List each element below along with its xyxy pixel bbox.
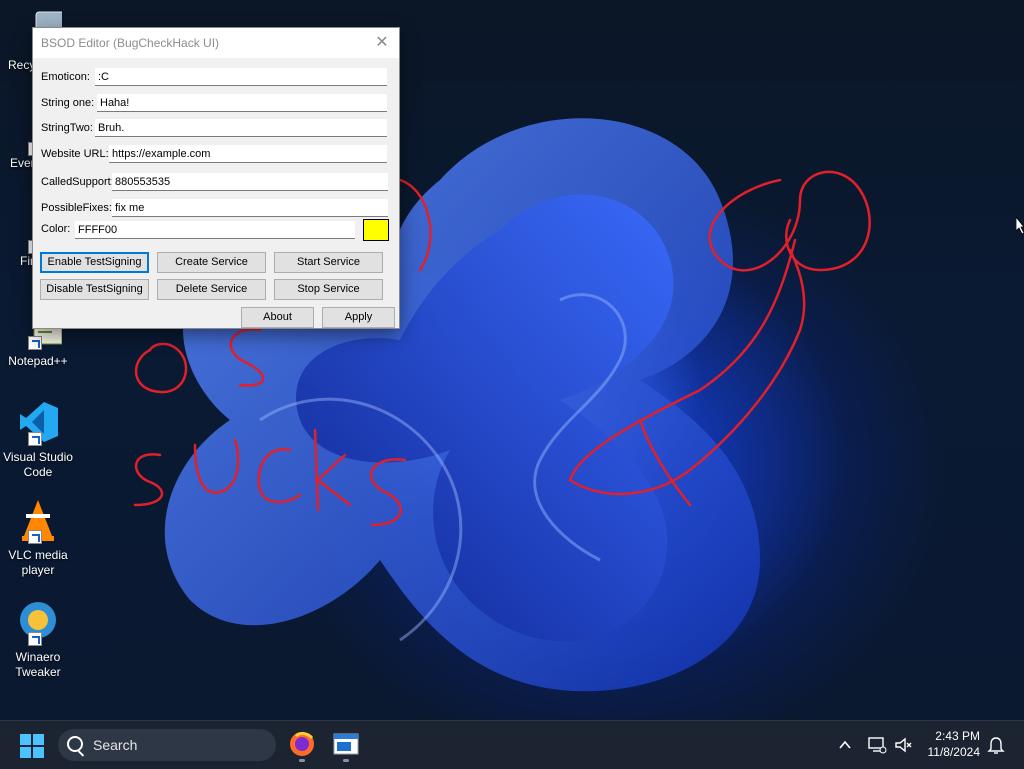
shortcut-arrow-icon: [28, 530, 42, 544]
search-placeholder: Search: [93, 737, 138, 753]
vscode-icon: [14, 398, 62, 446]
color-label: Color:: [41, 223, 71, 235]
desktop-icon-label: Visual Studio Code: [3, 450, 73, 479]
search-icon: [67, 736, 83, 752]
taskbar: Search 2:43 PM 11/8/2024: [0, 720, 1024, 769]
taskbar-running-indicator: [299, 759, 305, 762]
windows-logo-icon: [20, 734, 31, 745]
website-url-label: Website URL:: [41, 148, 109, 160]
bsod-editor-app-icon: [333, 733, 359, 755]
mouse-cursor-icon: [1016, 217, 1024, 235]
enable-testsigning-button[interactable]: Enable TestSigning: [40, 252, 149, 273]
shortcut-arrow-icon: [28, 336, 42, 350]
bsod-editor-window: BSOD Editor (BugCheckHack UI) ✕ Emoticon…: [32, 27, 400, 329]
possible-fixes-label: PossibleFixes:: [41, 202, 112, 214]
desktop-icon-label: Winaero Tweaker: [15, 650, 61, 679]
taskbar-bsod-editor[interactable]: [332, 730, 360, 758]
emoticon-field[interactable]: [95, 68, 387, 86]
firefox-icon: [290, 732, 314, 756]
shortcut-arrow-icon: [28, 632, 42, 646]
emoticon-label: Emoticon:: [41, 71, 90, 83]
shortcut-arrow-icon: [28, 432, 42, 446]
stop-service-button[interactable]: Stop Service: [274, 279, 383, 300]
string-two-label: StringTwo:: [41, 122, 93, 134]
clock-time[interactable]: 2:43 PM: [924, 729, 980, 743]
desktop-icon-winaero[interactable]: Winaero Tweaker: [0, 598, 76, 680]
title-bar[interactable]: BSOD Editor (BugCheckHack UI) ✕: [33, 28, 399, 58]
string-one-label: String one:: [41, 97, 95, 109]
create-service-button[interactable]: Create Service: [157, 252, 266, 273]
apply-button[interactable]: Apply: [322, 307, 395, 328]
taskbar-running-indicator: [343, 759, 349, 762]
taskbar-search-box[interactable]: Search: [58, 729, 276, 761]
called-support-label: CalledSupport:: [41, 176, 114, 188]
string-two-field[interactable]: [95, 119, 387, 137]
desktop-icon-label: Notepad++: [8, 354, 68, 368]
disable-testsigning-button[interactable]: Disable TestSigning: [40, 279, 149, 300]
notification-bell-icon[interactable]: [987, 735, 1005, 755]
color-swatch[interactable]: [363, 219, 389, 241]
string-one-field[interactable]: [97, 94, 387, 112]
clock-date[interactable]: 11/8/2024: [916, 745, 981, 759]
chevron-up-icon[interactable]: [838, 738, 852, 752]
desktop-icon-vscode[interactable]: Visual Studio Code: [0, 398, 76, 480]
color-field[interactable]: [75, 221, 355, 239]
start-button[interactable]: [20, 734, 44, 758]
about-button[interactable]: About: [241, 307, 314, 328]
called-support-field[interactable]: [112, 173, 388, 191]
vlc-icon: [14, 496, 62, 544]
desktop-icon-vlc[interactable]: VLC media player: [0, 496, 76, 578]
website-url-field[interactable]: [109, 145, 387, 163]
close-button[interactable]: ✕: [371, 32, 393, 54]
network-icon[interactable]: [867, 735, 887, 755]
taskbar-firefox[interactable]: [288, 730, 316, 758]
delete-service-button[interactable]: Delete Service: [157, 279, 266, 300]
possible-fixes-field[interactable]: [112, 199, 388, 217]
start-service-button[interactable]: Start Service: [274, 252, 383, 273]
desktop-icon-label: Ever: [10, 156, 35, 170]
window-title: BSOD Editor (BugCheckHack UI): [41, 36, 220, 50]
desktop-icon-label: VLC media player: [8, 548, 68, 577]
winaero-icon: [14, 598, 62, 646]
volume-muted-icon[interactable]: [893, 735, 913, 755]
